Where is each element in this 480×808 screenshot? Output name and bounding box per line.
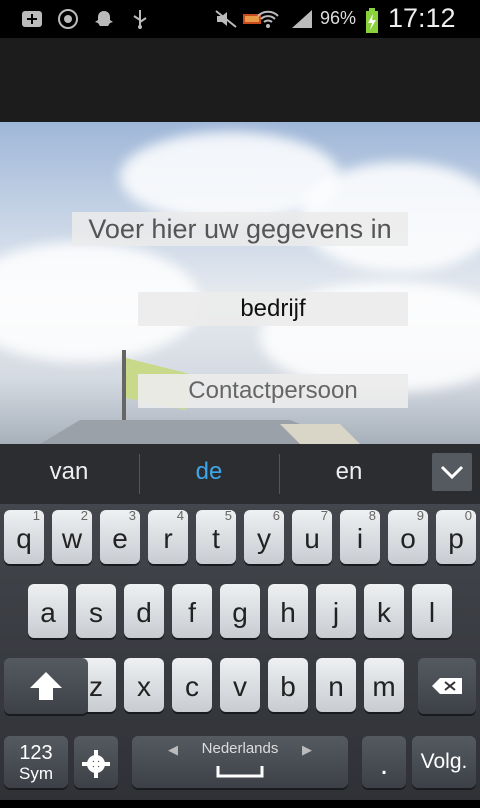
form-heading: Voer hier uw gegevens in [72, 212, 408, 246]
collapse-suggestions-button[interactable] [432, 453, 472, 491]
wifi-icon [256, 8, 280, 30]
key-w[interactable]: 2w [52, 508, 92, 564]
key-s[interactable]: s [76, 584, 116, 638]
key-hint-7: 7 [320, 508, 328, 523]
key-y[interactable]: 6y [244, 508, 284, 564]
signal-icon [290, 8, 314, 30]
key-hint-6: 6 [272, 508, 280, 523]
key-o[interactable]: 9o [388, 508, 428, 564]
shift-button[interactable] [4, 658, 88, 714]
chevron-down-icon [440, 465, 464, 480]
mute-icon [214, 8, 238, 30]
key-hint-4: 4 [176, 508, 184, 523]
key-p[interactable]: 0p [436, 508, 476, 564]
key-hint-8: 8 [368, 508, 376, 523]
space-bar[interactable]: Nederlands ◀ ▶ [132, 736, 348, 788]
key-c[interactable]: c [172, 658, 212, 712]
gear-icon [82, 750, 110, 778]
key-m[interactable]: m [364, 658, 404, 712]
clock: 17:12 [388, 3, 456, 33]
key-t[interactable]: 5t [196, 508, 236, 564]
key-hint-9: 9 [416, 508, 424, 523]
key-i[interactable]: 8i [340, 508, 380, 564]
key-hint-1: 1 [32, 508, 40, 523]
backspace-icon [432, 678, 462, 694]
company-input[interactable]: bedrijf [138, 292, 408, 326]
backspace-button[interactable] [418, 658, 476, 714]
right-arrow-icon: ▶ [302, 742, 312, 757]
add-icon [20, 8, 44, 30]
key-l[interactable]: l [412, 584, 452, 638]
whatsapp-icon [56, 8, 80, 30]
left-arrow-icon: ◀ [168, 742, 178, 757]
key-k[interactable]: k [364, 584, 404, 638]
key-hint-3: 3 [128, 508, 136, 523]
key-e[interactable]: 3e [100, 508, 140, 564]
space-icon [216, 766, 264, 778]
key-g[interactable]: g [220, 584, 260, 638]
key-n[interactable]: n [316, 658, 356, 712]
key-x[interactable]: x [124, 658, 164, 712]
key-j[interactable]: j [316, 584, 356, 638]
key-hint-5: 5 [224, 508, 232, 523]
key-hint-0: 0 [464, 508, 472, 523]
contact-person-input[interactable]: Contactpersoon [138, 374, 408, 408]
key-u[interactable]: 7u [292, 508, 332, 564]
app-title-bar [0, 38, 480, 122]
key-b[interactable]: b [268, 658, 308, 712]
suggestion-de[interactable]: de [140, 444, 278, 504]
key-r[interactable]: 4r [148, 508, 188, 564]
key-q[interactable]: 1q [4, 508, 44, 564]
settings-button[interactable] [74, 736, 118, 788]
battery-charging-icon [360, 8, 384, 33]
key-d[interactable]: d [124, 584, 164, 638]
suggestion-en[interactable]: en [280, 444, 418, 504]
usb-icon [128, 8, 152, 30]
key-f[interactable]: f [172, 584, 212, 638]
key-a[interactable]: a [28, 584, 68, 638]
symbols-button[interactable]: 123 Sym [4, 736, 68, 788]
key-v[interactable]: v [220, 658, 260, 712]
snapchat-icon [92, 8, 116, 30]
key-hint-2: 2 [80, 508, 88, 523]
language-label: Nederlands [201, 740, 279, 757]
battery-percent: 96% [320, 8, 357, 28]
suggestion-bar: van de en [0, 444, 480, 504]
keyboard: 1q2w3e4r5t6y7u8i9o0p asdfghjkl zxcvbnm 1… [0, 504, 480, 800]
suggestion-van[interactable]: van [0, 444, 138, 504]
status-bar: 96% 17:12 [0, 0, 480, 38]
shift-arrow-icon [30, 672, 62, 700]
period-key[interactable]: . [362, 736, 406, 788]
next-button[interactable]: Volg. [412, 736, 476, 788]
key-h[interactable]: h [268, 584, 308, 638]
